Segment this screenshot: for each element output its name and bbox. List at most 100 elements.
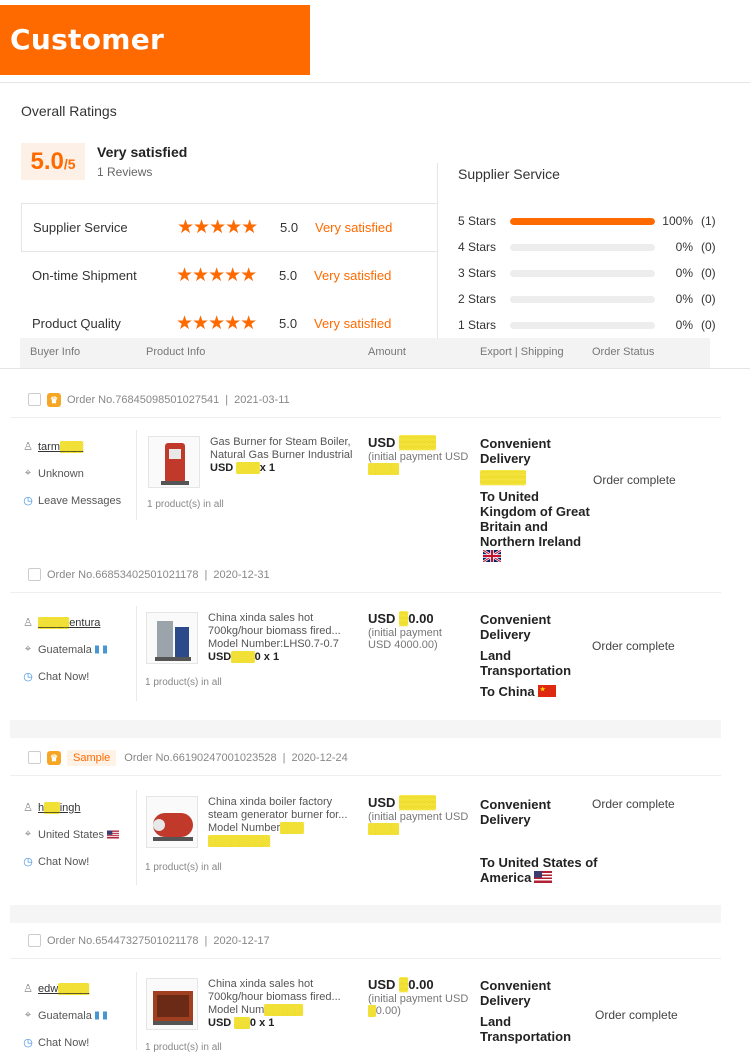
order-checkbox[interactable] bbox=[28, 751, 41, 764]
distribution-count: (0) bbox=[701, 318, 716, 332]
order-header: ♛ Sample Order No.66190247001023528 | 20… bbox=[10, 740, 721, 776]
buyer-name[interactable]: tarm▒▒▒ bbox=[38, 440, 84, 453]
distribution-bar bbox=[510, 321, 655, 329]
order-checkbox[interactable] bbox=[28, 568, 41, 581]
criteria-value: 5.0 bbox=[279, 268, 298, 283]
product-thumbnail[interactable] bbox=[146, 796, 198, 848]
chat-now-link[interactable]: Chat Now! bbox=[38, 856, 89, 868]
overall-label: Very satisfied bbox=[97, 144, 188, 160]
star-rating-icon: ★★★★★ bbox=[177, 217, 258, 238]
redaction-mark: ▒▒▒▒ bbox=[399, 435, 436, 450]
order-checkbox[interactable] bbox=[28, 934, 41, 947]
shipping-destination: To United Kingdom of Great Britain and N… bbox=[480, 489, 590, 549]
guatemala-flag-icon bbox=[94, 645, 107, 654]
buyer-name-tail: ingh bbox=[59, 801, 81, 814]
chat-now-link[interactable]: Chat Now! bbox=[38, 671, 89, 683]
user-icon: ♙ bbox=[23, 617, 33, 629]
distribution-bar bbox=[510, 295, 655, 303]
shipping-info: Convenient Delivery To United States of … bbox=[480, 797, 600, 885]
shipping-info: Convenient Delivery ▒▒▒▒▒ To United King… bbox=[480, 436, 590, 564]
product-price: USD bbox=[208, 651, 232, 663]
shipping-transport: Land Transportation bbox=[480, 648, 572, 678]
star-rating-icon: ★★★★★ bbox=[176, 312, 257, 334]
location-icon: ⌖ bbox=[24, 1009, 32, 1021]
product-title[interactable]: China xinda sales hot 700kg/hour biomass… bbox=[208, 612, 358, 638]
redaction-mark: ▒▒▒▒ bbox=[368, 463, 400, 475]
initial-payment: (initial payment USD bbox=[368, 811, 469, 823]
product-thumbnail[interactable] bbox=[146, 612, 198, 664]
shipping-method: Convenient Delivery bbox=[480, 978, 551, 1008]
star-label: 5 Stars bbox=[458, 214, 497, 228]
criteria-text: Very satisfied bbox=[315, 220, 393, 235]
distribution-count: (0) bbox=[701, 292, 716, 306]
redaction-mark: ▒ bbox=[399, 611, 409, 626]
buyer-name[interactable]: ▒▒▒▒entura bbox=[38, 616, 101, 629]
boiler-image-icon bbox=[161, 443, 189, 485]
product-price: USD bbox=[210, 462, 234, 474]
product-thumbnail[interactable] bbox=[146, 978, 198, 1030]
redaction-mark: ▒▒▒ bbox=[280, 822, 304, 834]
chat-now-link[interactable]: Chat Now! bbox=[38, 1037, 89, 1049]
order-amount: USD ▒▒▒▒ (initial payment USD ▒▒▒▒ bbox=[368, 435, 468, 475]
product-qty: 0 x 1 bbox=[254, 651, 280, 663]
product-count: 1 product(s) in all bbox=[147, 499, 224, 510]
col-export: Export | Shipping bbox=[480, 346, 564, 358]
product-qty: 0 x 1 bbox=[249, 1017, 275, 1029]
buyer-name[interactable]: edw▒▒▒▒ bbox=[38, 982, 90, 995]
initial-payment: (initial payment USD 4000.00) bbox=[368, 627, 442, 651]
supplier-service-title: Supplier Service bbox=[458, 166, 560, 182]
user-icon: ♙ bbox=[23, 802, 33, 814]
order-checkbox[interactable] bbox=[28, 393, 41, 406]
product-title[interactable]: China xinda sales hot 700kg/hour biomass… bbox=[208, 978, 358, 1004]
shipping-method: Convenient Delivery bbox=[480, 612, 551, 642]
score-suffix: /5 bbox=[63, 156, 76, 172]
distribution-bar bbox=[510, 269, 655, 277]
star-label: 3 Stars bbox=[458, 266, 497, 280]
col-product: Product Info bbox=[146, 346, 206, 358]
distribution-pct: 0% bbox=[675, 240, 693, 254]
initial-payment-tail: 0.00) bbox=[375, 1005, 401, 1017]
amount-value: USD bbox=[368, 795, 396, 810]
buyer-name-text: tarm bbox=[38, 440, 60, 453]
redaction-mark: ▒▒▒ bbox=[231, 651, 255, 663]
product-title[interactable]: Gas Burner for Steam Boiler, Natural Gas… bbox=[210, 436, 360, 462]
product-model: Model Number bbox=[208, 822, 281, 834]
star-rating-icon: ★★★★★ bbox=[176, 265, 257, 286]
criteria-label: On-time Shipment bbox=[32, 268, 137, 283]
product-thumbnail[interactable] bbox=[148, 436, 200, 488]
shipping-destination: To China bbox=[480, 684, 535, 699]
overall-ratings-title: Overall Ratings bbox=[21, 103, 117, 119]
criteria-label: Product Quality bbox=[32, 315, 121, 331]
order-date: 2021-03-11 bbox=[234, 393, 290, 406]
redaction-mark: ▒▒▒ bbox=[236, 462, 260, 474]
criteria-label: Supplier Service bbox=[33, 220, 128, 235]
leave-messages-link[interactable]: Leave Messages bbox=[38, 495, 121, 507]
criteria-text: Very satisfied bbox=[314, 315, 392, 331]
chat-icon: ◷ bbox=[23, 671, 33, 683]
crown-icon: ♛ bbox=[47, 750, 61, 765]
redaction-mark: ▒▒▒▒ bbox=[38, 616, 70, 629]
order-table-header: Buyer Info Product Info Amount Export | … bbox=[20, 338, 710, 368]
shipping-info: Convenient Delivery Land Transportation … bbox=[480, 612, 590, 699]
section-gap bbox=[10, 905, 721, 923]
order-number: Order No.66190247001023528 bbox=[124, 751, 277, 764]
location-icon: ⌖ bbox=[24, 467, 32, 479]
divider bbox=[136, 790, 137, 885]
buyer-name[interactable]: h▒▒ingh bbox=[38, 801, 81, 814]
shipping-transport: Land Transportation bbox=[480, 1014, 572, 1044]
redaction-mark: ▒▒ bbox=[44, 801, 60, 814]
buyer-info: ♙ edw▒▒▒▒ ⌖ Guatemala ◷ Chat Now! bbox=[22, 975, 107, 1056]
distribution-count: (1) bbox=[701, 214, 716, 228]
amount-value: USD bbox=[368, 435, 396, 450]
product-title[interactable]: China xinda boiler factory steam generat… bbox=[208, 796, 358, 822]
order-status: Order complete bbox=[592, 639, 675, 653]
order-amount: USD ▒0.00 (initial payment USD 4000.00) bbox=[368, 611, 468, 651]
buyer-info: ♙ h▒▒ingh ⌖ United States ◷ Chat Now! bbox=[22, 794, 120, 875]
buyer-location: United States bbox=[38, 828, 105, 841]
star-label: 1 Stars bbox=[458, 318, 497, 332]
star-label: 4 Stars bbox=[458, 240, 497, 254]
amount-value: USD bbox=[368, 977, 396, 992]
order-header: Order No.65447327501021178 | 2020-12-17 bbox=[10, 923, 721, 959]
redaction-mark: ▒▒▒▒ bbox=[399, 795, 436, 810]
buyer-name-text: entura bbox=[69, 616, 101, 629]
